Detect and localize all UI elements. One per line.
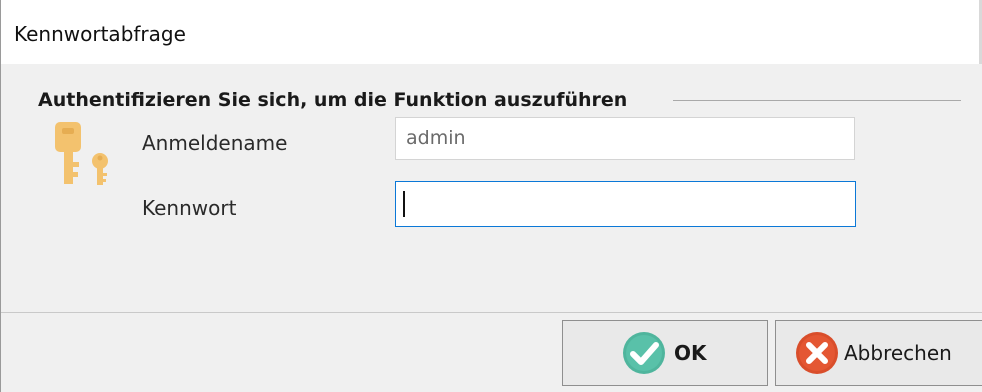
password-field[interactable] (395, 181, 856, 227)
group-heading: Authentifizieren Sie sich, um die Funkti… (38, 89, 628, 111)
x-circle-icon (796, 332, 838, 374)
group-divider (673, 100, 961, 101)
username-field[interactable]: admin (395, 117, 855, 160)
username-label: Anmeldename (142, 131, 288, 155)
username-value: admin (406, 127, 466, 149)
ok-button[interactable]: OK (562, 320, 768, 386)
key-icon (55, 122, 108, 185)
cancel-button-label: Abbrechen (844, 341, 952, 365)
password-label: Kennwort (142, 196, 237, 220)
password-dialog: Kennwortabfrage Authentifizieren Sie sic… (0, 0, 982, 392)
check-circle-icon (623, 332, 665, 374)
cancel-button[interactable]: Abbrechen (775, 320, 982, 386)
ok-button-label: OK (674, 341, 707, 365)
footer-separator (1, 312, 982, 313)
title-bar[interactable]: Kennwortabfrage (1, 0, 982, 64)
window-title: Kennwortabfrage (14, 22, 186, 46)
text-caret (403, 191, 405, 217)
